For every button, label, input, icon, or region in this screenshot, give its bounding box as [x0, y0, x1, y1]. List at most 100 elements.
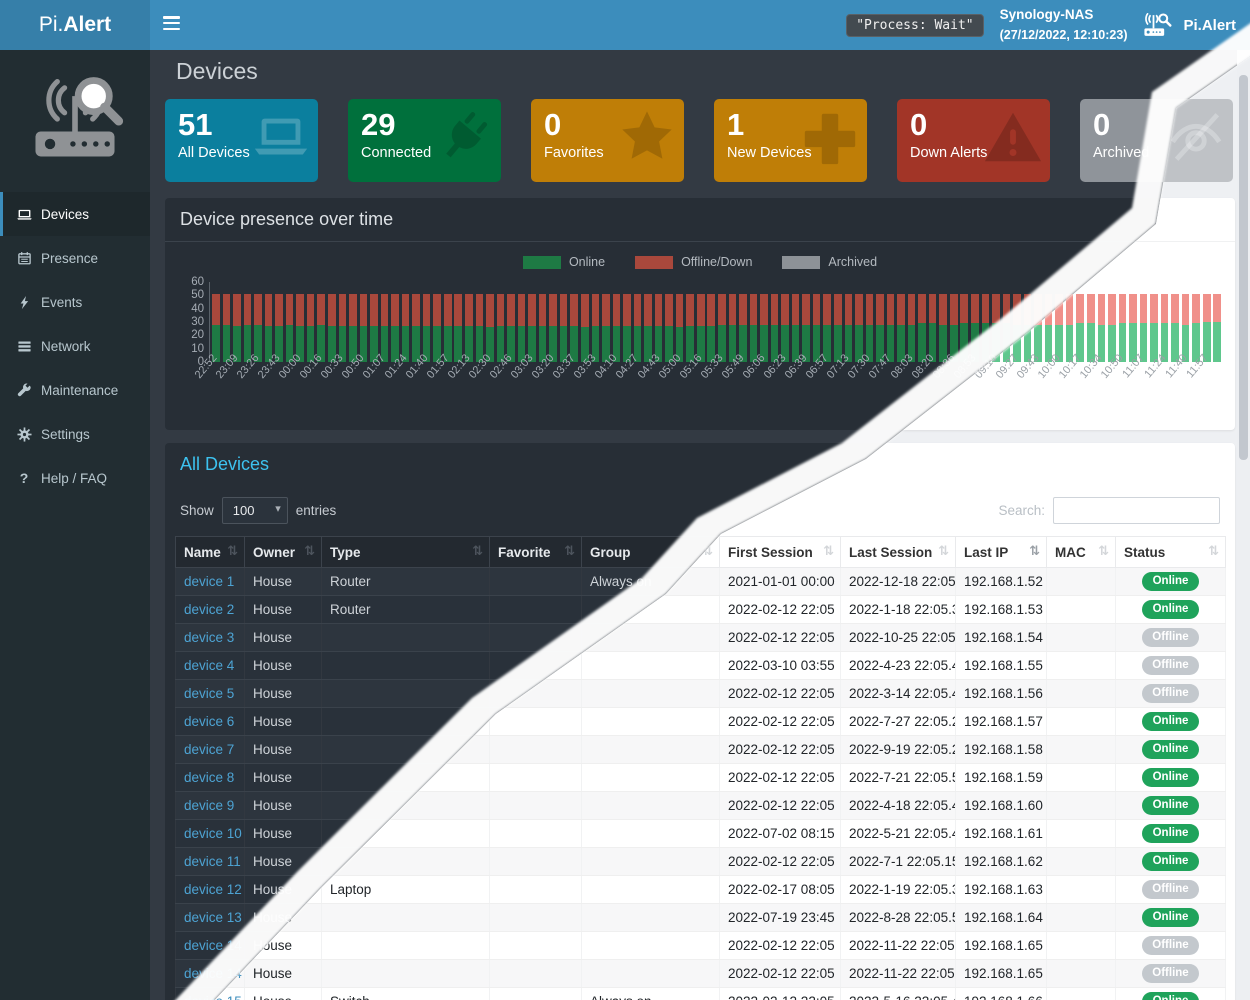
sidebar: Devices Presence Events Network: [0, 50, 150, 1000]
cell: [490, 736, 582, 764]
pialert-logo: [23, 64, 127, 174]
sidebar-item-label: Devices: [41, 207, 89, 222]
network-icon: [16, 338, 32, 354]
device-link[interactable]: device 12: [184, 882, 242, 897]
column-header-owner[interactable]: Owner⇅: [245, 537, 322, 568]
device-link[interactable]: device 2: [184, 602, 234, 617]
cell: 2022-1-18 22:05.34: [841, 596, 956, 624]
cell: [582, 820, 720, 848]
column-header-first-session[interactable]: First Session⇅: [720, 537, 841, 568]
table-row: device 8House2022-02-12 22:052022-7-21 2…: [176, 764, 1226, 792]
cell-status: Offline: [1116, 960, 1226, 988]
all-devices-box[interactable]: 51 All Devices: [165, 99, 318, 182]
brand-thin: Pi.: [39, 13, 64, 37]
device-link[interactable]: device 7: [184, 742, 234, 757]
status-badge: Online: [1142, 824, 1199, 843]
cell: [1047, 904, 1116, 932]
cell: 192.168.1.66: [956, 988, 1047, 1000]
device-link[interactable]: device 6: [184, 714, 234, 729]
cell: House: [245, 680, 322, 708]
app-logo[interactable]: Pi.Alert: [0, 0, 150, 50]
status-badge: Online: [1142, 572, 1199, 591]
device-link[interactable]: device 11: [184, 854, 241, 869]
entries-label: entries: [296, 503, 337, 518]
column-header-last-ip[interactable]: Last IP⇅: [956, 537, 1047, 568]
bolt-icon: [16, 294, 32, 310]
cell-name: device 5: [176, 680, 245, 708]
column-header-mac[interactable]: MAC⇅: [1047, 537, 1116, 568]
device-link[interactable]: device 5: [184, 686, 234, 701]
vertical-scrollbar[interactable]: [1237, 50, 1250, 1000]
connected-box[interactable]: 29 Connected: [348, 99, 501, 182]
device-link[interactable]: device 15: [184, 994, 242, 1000]
status-badge: Offline: [1142, 656, 1199, 675]
sidebar-item-presence[interactable]: Presence: [0, 236, 150, 280]
archived-swatch: [782, 256, 820, 269]
show-label: Show: [180, 503, 214, 518]
cell: [1047, 960, 1116, 988]
cell-status: Online: [1116, 764, 1226, 792]
entries-select-wrap: 100: [222, 497, 288, 524]
sidebar-item-network[interactable]: Network: [0, 324, 150, 368]
cell-status: Online: [1116, 568, 1226, 596]
cell: 2022-8-28 22:05.51: [841, 904, 956, 932]
cell-status: Offline: [1116, 932, 1226, 960]
cell: House: [245, 904, 322, 932]
device-link[interactable]: device 14: [184, 966, 242, 981]
device-link[interactable]: device 10: [184, 826, 242, 841]
cell: 2022-3-14 22:05.44: [841, 680, 956, 708]
cell-name: device 9: [176, 792, 245, 820]
archived-box[interactable]: 0 Archived: [1080, 99, 1233, 182]
sidebar-item-help[interactable]: ? Help / FAQ: [0, 456, 150, 500]
cell-status: Online: [1116, 904, 1226, 932]
cell: [1047, 764, 1116, 792]
device-link[interactable]: device 14: [184, 938, 242, 953]
search-input[interactable]: [1053, 497, 1220, 524]
hamburger-menu-icon[interactable]: [163, 16, 183, 34]
cell: House: [245, 596, 322, 624]
status-badge: Online: [1142, 992, 1199, 1000]
device-link[interactable]: device 4: [184, 658, 234, 673]
cell: [1047, 736, 1116, 764]
new-devices-box[interactable]: 1 New Devices: [714, 99, 867, 182]
cell: Router: [322, 596, 490, 624]
status-badge: Online: [1142, 768, 1199, 787]
cell: 2022-1-19 22:05.30: [841, 876, 956, 904]
entries-select[interactable]: 100: [222, 497, 288, 524]
sidebar-item-maintenance[interactable]: Maintenance: [0, 368, 150, 412]
column-header-last-session[interactable]: Last Session⇅: [841, 537, 956, 568]
sidebar-item-settings[interactable]: Settings: [0, 412, 150, 456]
device-link[interactable]: device 13: [184, 910, 242, 925]
cell: [490, 708, 582, 736]
cell: [322, 848, 490, 876]
device-link[interactable]: device 9: [184, 798, 234, 813]
cell-name: device 10: [176, 820, 245, 848]
cell: 192.168.1.65: [956, 960, 1047, 988]
column-header-favorite[interactable]: Favorite⇅: [490, 537, 582, 568]
sidebar-item-events[interactable]: Events: [0, 280, 150, 324]
cell: 192.168.1.65: [956, 932, 1047, 960]
cell: 192.168.1.62: [956, 848, 1047, 876]
scrollbar-thumb[interactable]: [1239, 75, 1248, 460]
sidebar-item-devices[interactable]: Devices: [0, 192, 150, 236]
cell: [490, 848, 582, 876]
devices-table: Name⇅Owner⇅Type⇅Favorite⇅Group⇅First Ses…: [175, 536, 1226, 1000]
column-header-name[interactable]: Name⇅: [176, 537, 245, 568]
cell: 2022-4-18 22:05.48: [841, 792, 956, 820]
favorites-box[interactable]: 0 Favorites: [531, 99, 684, 182]
cell: 2022-02-12 22:05: [720, 596, 841, 624]
column-header-status[interactable]: Status⇅: [1116, 537, 1226, 568]
cell-name: device 4: [176, 652, 245, 680]
gear-icon: [16, 426, 32, 442]
column-header-group[interactable]: Group⇅: [582, 537, 720, 568]
cell: [582, 960, 720, 988]
cell: 192.168.1.53: [956, 596, 1047, 624]
down-alerts-box[interactable]: 0 Down Alerts: [897, 99, 1050, 182]
column-header-type[interactable]: Type⇅: [322, 537, 490, 568]
device-link[interactable]: device 1: [184, 574, 234, 589]
device-link[interactable]: device 8: [184, 770, 234, 785]
device-link[interactable]: device 3: [184, 630, 234, 645]
cell: 2022-02-12 22:05: [720, 960, 841, 988]
cell-name: device 1: [176, 568, 245, 596]
cell: [322, 904, 490, 932]
